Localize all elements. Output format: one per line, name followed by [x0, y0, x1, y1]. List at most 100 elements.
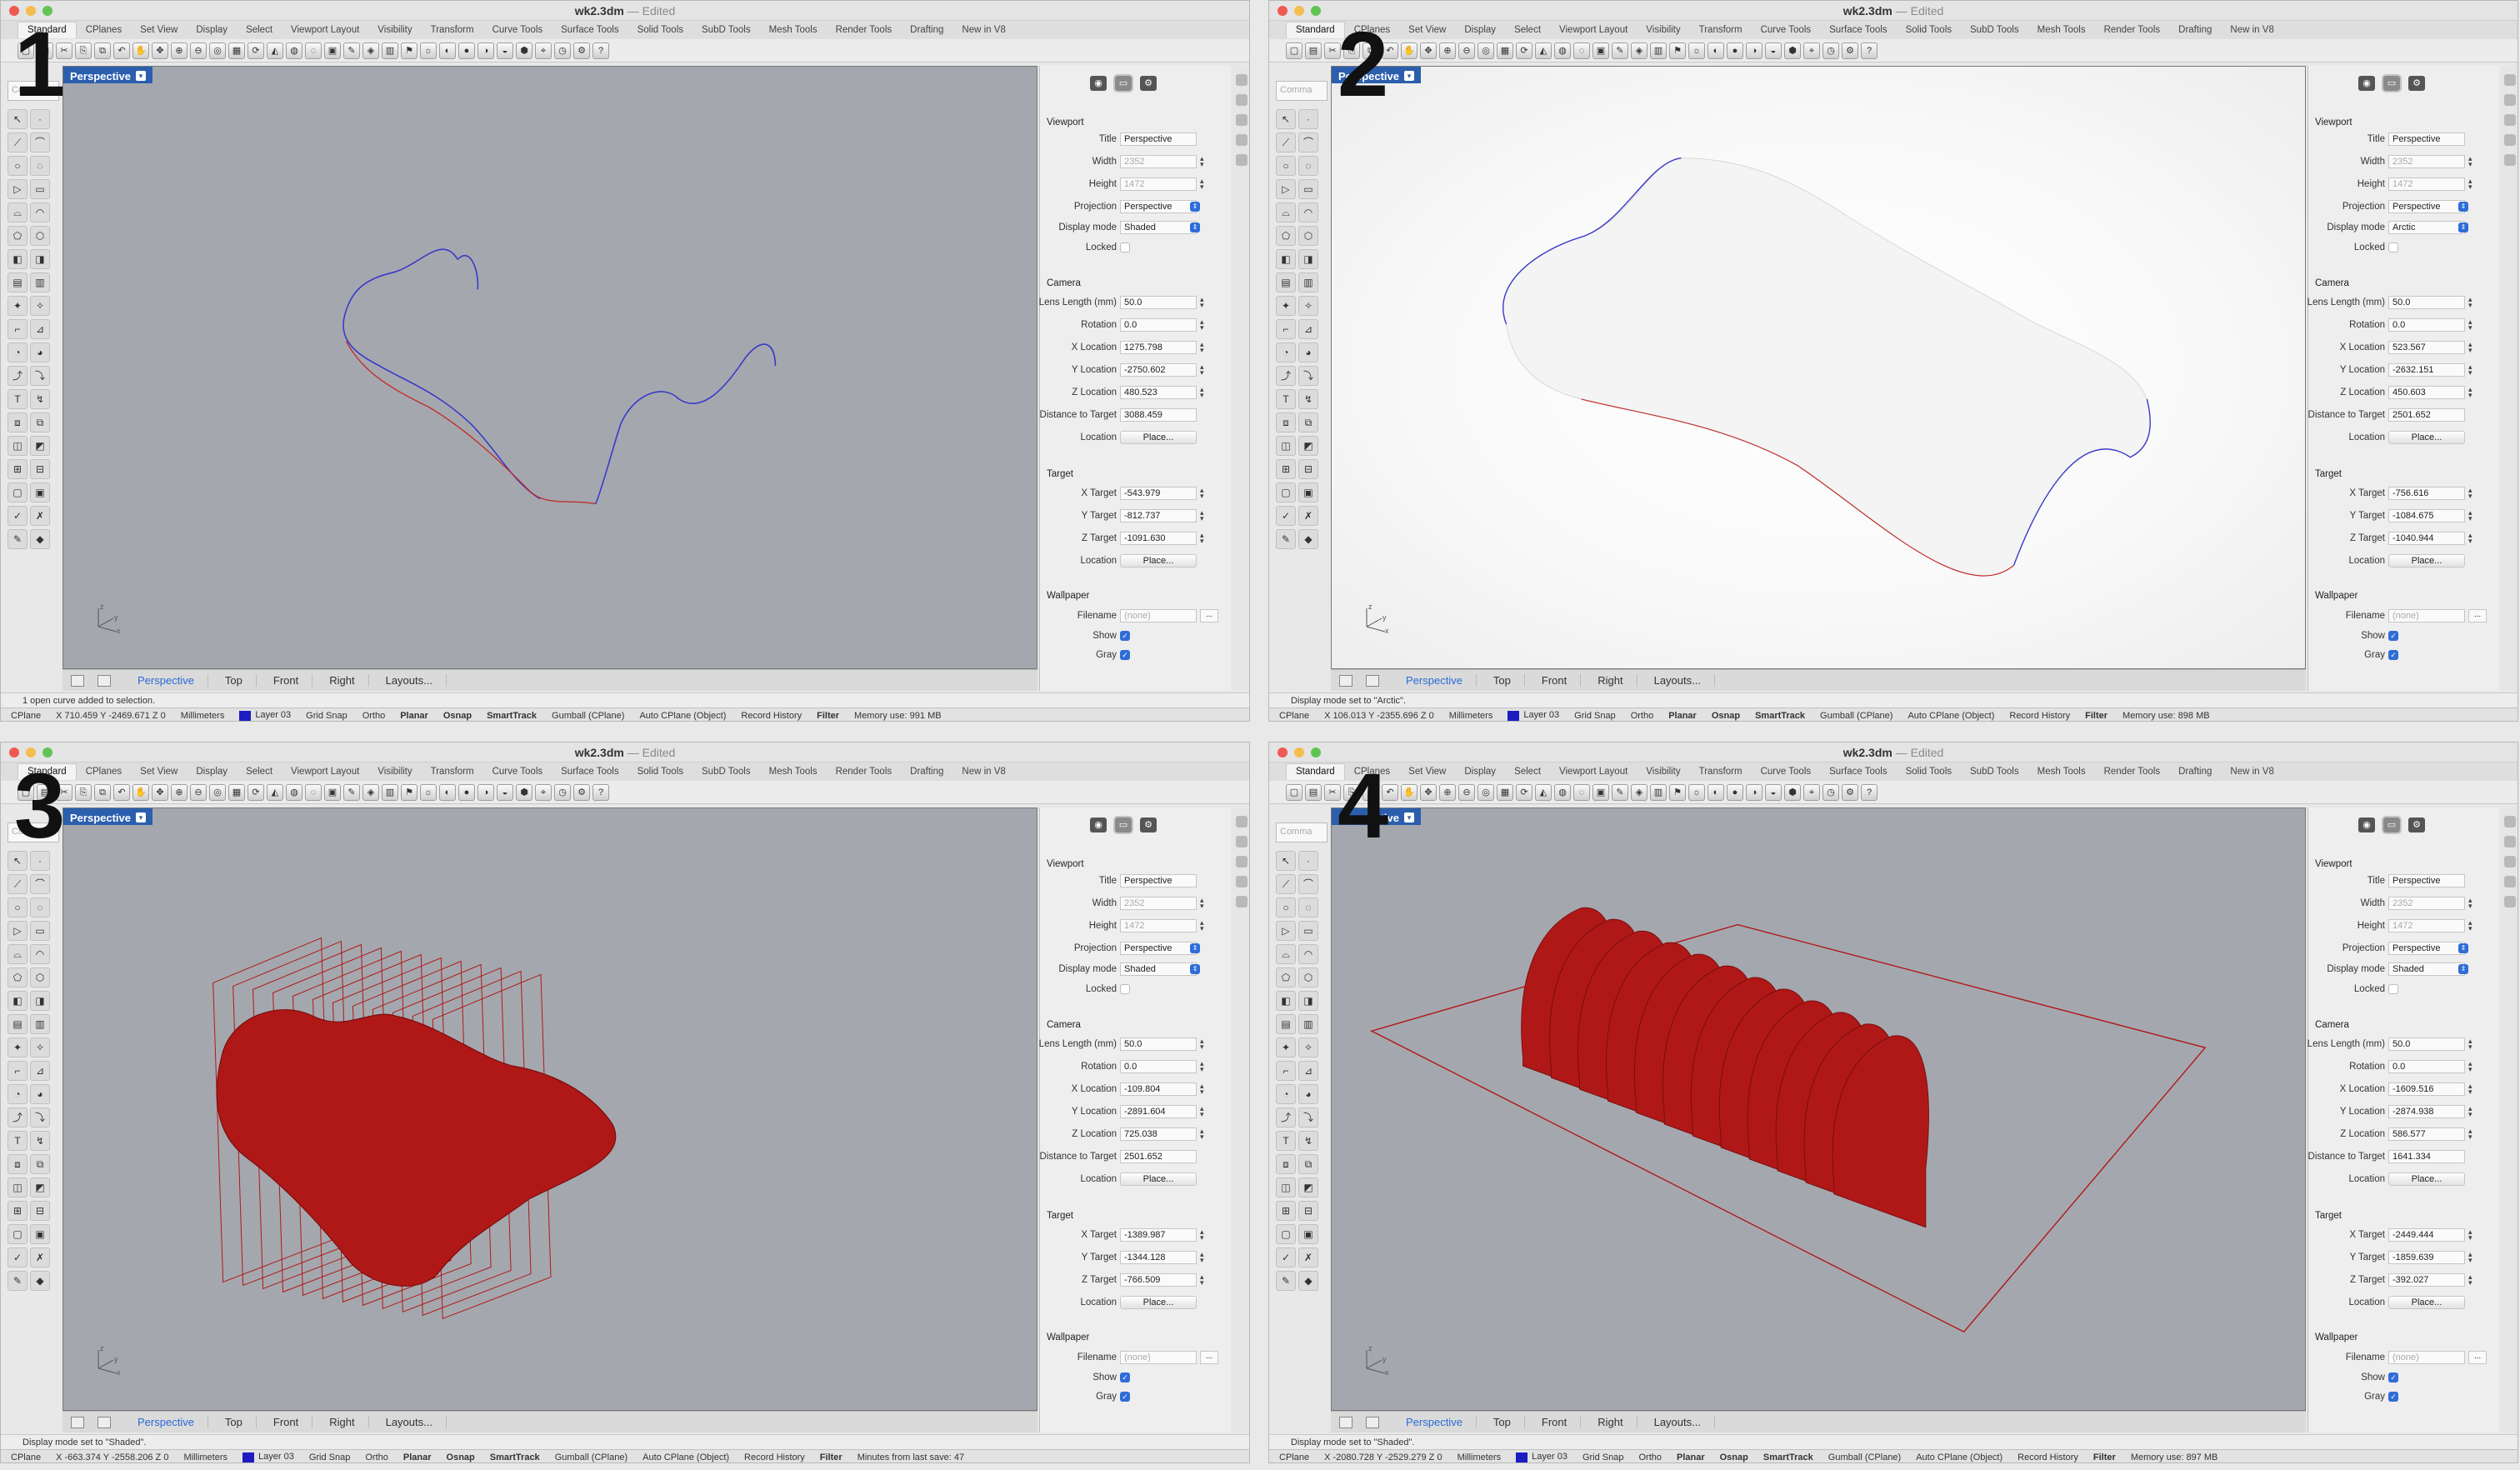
- toolbar-command-icon[interactable]: ☼: [420, 783, 437, 801]
- tool-palette-icon[interactable]: ▥: [30, 1014, 50, 1034]
- viewport-tab[interactable]: Front: [1528, 1416, 1582, 1428]
- prop-field-yloc[interactable]: -2632.151: [2388, 363, 2465, 377]
- toolbar-command-icon[interactable]: ⬢: [1784, 42, 1801, 59]
- prop-field-dist[interactable]: 2501.652: [1120, 1150, 1197, 1163]
- tool-palette-icon[interactable]: ✧: [30, 296, 50, 316]
- tool-palette-icon[interactable]: ◠: [1298, 944, 1318, 964]
- toolbar-command-icon[interactable]: ◌: [305, 42, 322, 59]
- toolbar-tab[interactable]: Drafting: [901, 25, 952, 35]
- tool-palette-icon[interactable]: ⤵: [1298, 366, 1318, 386]
- perspective-viewport[interactable]: Perspective ▾ zyx: [1331, 66, 2306, 669]
- toolbar-tab[interactable]: Solid Tools: [1897, 25, 1961, 35]
- toolbar-command-icon[interactable]: ▦: [228, 42, 245, 59]
- prop-field-xloc[interactable]: -1609.516: [2388, 1082, 2465, 1096]
- toolbar-command-icon[interactable]: ◑: [1746, 783, 1762, 801]
- status-toggle[interactable]: Grid Snap: [1574, 711, 1616, 721]
- toolbar-command-icon[interactable]: ◌: [305, 783, 322, 801]
- prop-checkbox-show[interactable]: ✓: [2388, 631, 2398, 641]
- tool-palette-icon[interactable]: ⊞: [8, 459, 28, 479]
- prop-field-title[interactable]: Perspective: [1120, 874, 1197, 888]
- toolbar-tab[interactable]: Surface Tools: [1820, 767, 1896, 777]
- status-units[interactable]: Millimeters: [183, 1452, 228, 1462]
- toolbar-tab[interactable]: Transform: [1690, 767, 1752, 777]
- toolbar-command-icon[interactable]: ▣: [1592, 783, 1609, 801]
- stepper-icon[interactable]: ▴ ▾: [1200, 1060, 1204, 1073]
- status-memory[interactable]: Memory use: 991 MB: [854, 711, 942, 721]
- prop-field-yloc[interactable]: -2874.938: [2388, 1105, 2465, 1118]
- tool-palette-icon[interactable]: ⌓: [8, 944, 28, 964]
- tool-palette-icon[interactable]: ▤: [8, 272, 28, 292]
- prop-field-ztarget[interactable]: -1040.944: [2388, 532, 2465, 545]
- viewport-tab[interactable]: Right: [316, 674, 369, 687]
- red-solid-surface[interactable]: [216, 1009, 617, 1287]
- tool-palette-icon[interactable]: ○: [8, 898, 28, 918]
- tool-palette-icon[interactable]: ✓: [8, 1248, 28, 1268]
- toolbar-tab[interactable]: New in V8: [2221, 767, 2282, 777]
- stepper-icon[interactable]: ▴ ▾: [1200, 1038, 1204, 1051]
- tool-palette-icon[interactable]: ⬡: [30, 968, 50, 988]
- stepper-icon[interactable]: ▴ ▾: [1200, 296, 1204, 309]
- tool-palette-icon[interactable]: ▭: [1298, 179, 1318, 199]
- status-memory[interactable]: Memory use: 897 MB: [2131, 1452, 2218, 1462]
- prop-field-title[interactable]: Perspective: [1120, 132, 1197, 146]
- prop-field-dist[interactable]: 1641.334: [2388, 1150, 2465, 1163]
- prop-field-xtarget[interactable]: -1389.987: [1120, 1228, 1197, 1242]
- tool-palette-icon[interactable]: ▤: [1276, 272, 1296, 292]
- toolbar-tab[interactable]: SubD Tools: [1961, 25, 2028, 35]
- toolbar-tab[interactable]: Viewport Layout: [1550, 767, 1637, 777]
- viewport-tab[interactable]: Top: [212, 674, 257, 687]
- tool-palette-icon[interactable]: ↖: [1276, 851, 1296, 871]
- tool-palette-icon[interactable]: ⤵: [30, 1108, 50, 1128]
- prop-checkbox-gray[interactable]: ✓: [1120, 650, 1130, 660]
- tool-palette-icon[interactable]: ⟋: [8, 874, 28, 894]
- tool-palette-icon[interactable]: ✦: [1276, 296, 1296, 316]
- viewport-tab[interactable]: Right: [1584, 674, 1638, 687]
- viewport-menu-icon[interactable]: ▾: [1404, 71, 1414, 81]
- prop-checkbox-locked[interactable]: [1120, 984, 1130, 994]
- tool-palette-icon[interactable]: ◌: [30, 156, 50, 176]
- tool-palette-icon[interactable]: ↯: [1298, 1131, 1318, 1151]
- prop-field-rotation[interactable]: 0.0: [1120, 1060, 1197, 1073]
- dropdown-icon[interactable]: ⇕: [2458, 943, 2468, 953]
- toolbar-command-icon[interactable]: ◌: [1573, 42, 1590, 59]
- toolbar-tab[interactable]: Display: [1455, 25, 1505, 35]
- prop-field-yloc[interactable]: -2750.602: [1120, 363, 1197, 377]
- prop-field-xtarget[interactable]: -543.979: [1120, 487, 1197, 500]
- display-icon[interactable]: [1236, 94, 1248, 106]
- tool-palette-icon[interactable]: ○: [8, 156, 28, 176]
- toolbar-command-icon[interactable]: ⚑: [1669, 42, 1686, 59]
- stepper-icon[interactable]: ▴ ▾: [2468, 897, 2472, 910]
- tool-palette-icon[interactable]: ▭: [1298, 921, 1318, 941]
- toolbar-command-icon[interactable]: ✋: [132, 783, 149, 801]
- stepper-icon[interactable]: ▴ ▾: [1200, 1251, 1204, 1264]
- status-toggle[interactable]: Osnap: [447, 1452, 475, 1462]
- prop-field-lens[interactable]: 50.0: [1120, 1038, 1197, 1051]
- libraries-icon[interactable]: [1236, 154, 1248, 166]
- dropdown-icon[interactable]: ⇕: [1190, 202, 1200, 212]
- tool-palette-icon[interactable]: ▷: [1276, 921, 1296, 941]
- prop-field-filename[interactable]: (none): [1120, 609, 1197, 622]
- tool-palette-icon[interactable]: ⌒: [30, 874, 50, 894]
- prop-field-display_mode[interactable]: Arctic: [2388, 221, 2465, 234]
- toolbar-command-icon[interactable]: ⊕: [171, 783, 188, 801]
- tool-palette-icon[interactable]: ◨: [1298, 249, 1318, 269]
- toolbar-command-icon[interactable]: ?: [1861, 783, 1878, 801]
- tool-palette-icon[interactable]: ⊟: [30, 1201, 50, 1221]
- tool-palette-icon[interactable]: ◫: [1276, 436, 1296, 456]
- toolbar-command-icon[interactable]: ▥: [1650, 42, 1667, 59]
- tool-palette-icon[interactable]: ⊟: [30, 459, 50, 479]
- tool-palette-icon[interactable]: ✧: [1298, 296, 1318, 316]
- stepper-icon[interactable]: ▴ ▾: [2468, 1273, 2472, 1287]
- stepper-icon[interactable]: ▴ ▾: [1200, 919, 1204, 932]
- toolbar-command-icon[interactable]: ◒: [497, 42, 513, 59]
- toolbar-tab[interactable]: New in V8: [952, 767, 1014, 777]
- stepper-icon[interactable]: ▴ ▾: [2468, 1251, 2472, 1264]
- viewport-layout-icon[interactable]: [71, 1416, 84, 1428]
- prop-field-tlocation[interactable]: Place...: [1120, 1296, 1197, 1309]
- render-icon[interactable]: [1236, 74, 1248, 86]
- toolbar-command-icon[interactable]: ⎘: [75, 42, 92, 59]
- toolbar-command-icon[interactable]: ◈: [362, 42, 379, 59]
- tool-palette-icon[interactable]: ✦: [1276, 1038, 1296, 1058]
- toolbar-command-icon[interactable]: ▥: [382, 783, 398, 801]
- tool-palette-icon[interactable]: ✎: [1276, 529, 1296, 549]
